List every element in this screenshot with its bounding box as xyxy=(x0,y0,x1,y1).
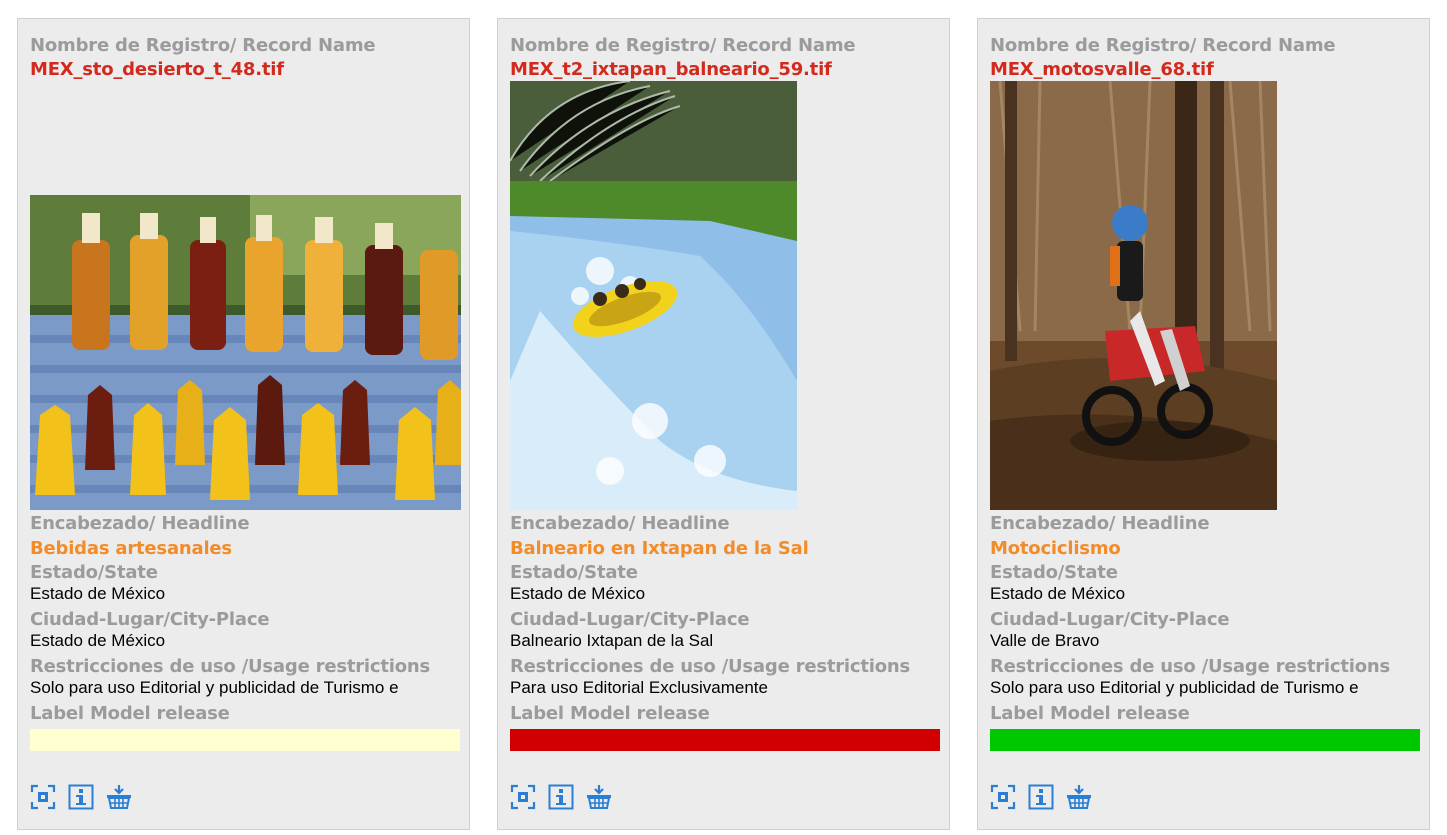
basket-icon[interactable] xyxy=(1066,784,1092,810)
city-label: Ciudad-Lugar/City-Place xyxy=(510,609,750,630)
headline-label: Encabezado/ Headline xyxy=(510,513,730,534)
usage-label: Restricciones de uso /Usage restrictions xyxy=(990,656,1391,677)
zoom-icon[interactable] xyxy=(510,784,536,810)
release-label: Label Model release xyxy=(990,703,1190,724)
usage-label: Restricciones de uso /Usage restrictions xyxy=(510,656,911,677)
photo-thumbnail[interactable] xyxy=(510,81,797,510)
record-name[interactable]: MEX_sto_desierto_t_48.tif xyxy=(30,59,284,80)
headline-label: Encabezado/ Headline xyxy=(990,513,1210,534)
record-name-label: Nombre de Registro/ Record Name xyxy=(990,35,1336,56)
city-value: Estado de México xyxy=(30,631,166,650)
model-release-bar xyxy=(30,729,460,751)
photo-thumbnail[interactable] xyxy=(990,81,1277,510)
zoom-icon[interactable] xyxy=(990,784,1016,810)
basket-icon[interactable] xyxy=(106,784,132,810)
card-actions xyxy=(510,784,612,810)
info-icon[interactable] xyxy=(1028,784,1054,810)
city-label: Ciudad-Lugar/City-Place xyxy=(30,609,270,630)
state-value: Estado de México xyxy=(510,584,646,603)
state-label: Estado/State xyxy=(510,562,638,583)
release-label: Label Model release xyxy=(510,703,710,724)
card-actions xyxy=(990,784,1092,810)
usage-value: Solo para uso Editorial y publicidad de … xyxy=(990,678,1359,697)
state-label: Estado/State xyxy=(990,562,1118,583)
usage-value: Para uso Editorial Exclusivamente xyxy=(510,678,768,697)
usage-value: Solo para uso Editorial y publicidad de … xyxy=(30,678,399,697)
city-value: Balneario Ixtapan de la Sal xyxy=(510,631,714,650)
model-release-bar xyxy=(990,729,1420,751)
zoom-icon[interactable] xyxy=(30,784,56,810)
info-icon[interactable] xyxy=(548,784,574,810)
info-icon[interactable] xyxy=(68,784,94,810)
state-value: Estado de México xyxy=(30,584,166,603)
release-label: Label Model release xyxy=(30,703,230,724)
record-card-1: Nombre de Registro/ Record Name MEX_sto_… xyxy=(17,18,470,830)
headline-label: Encabezado/ Headline xyxy=(30,513,250,534)
record-name[interactable]: MEX_motosvalle_68.tif xyxy=(990,59,1214,80)
basket-icon[interactable] xyxy=(586,784,612,810)
record-card-2: Nombre de Registro/ Record Name MEX_t2_i… xyxy=(497,18,950,830)
record-name-label: Nombre de Registro/ Record Name xyxy=(30,35,376,56)
photo-thumbnail[interactable] xyxy=(30,195,461,510)
headline-value: Balneario en Ixtapan de la Sal xyxy=(510,538,809,559)
record-name[interactable]: MEX_t2_ixtapan_balneario_59.tif xyxy=(510,59,832,80)
state-label: Estado/State xyxy=(30,562,158,583)
headline-value: Bebidas artesanales xyxy=(30,538,232,559)
record-card-3: Nombre de Registro/ Record Name MEX_moto… xyxy=(977,18,1430,830)
state-value: Estado de México xyxy=(990,584,1126,603)
record-name-label: Nombre de Registro/ Record Name xyxy=(510,35,856,56)
model-release-bar xyxy=(510,729,940,751)
card-actions xyxy=(30,784,132,810)
usage-label: Restricciones de uso /Usage restrictions xyxy=(30,656,431,677)
city-label: Ciudad-Lugar/City-Place xyxy=(990,609,1230,630)
headline-value: Motociclismo xyxy=(990,538,1121,559)
city-value: Valle de Bravo xyxy=(990,631,1100,650)
